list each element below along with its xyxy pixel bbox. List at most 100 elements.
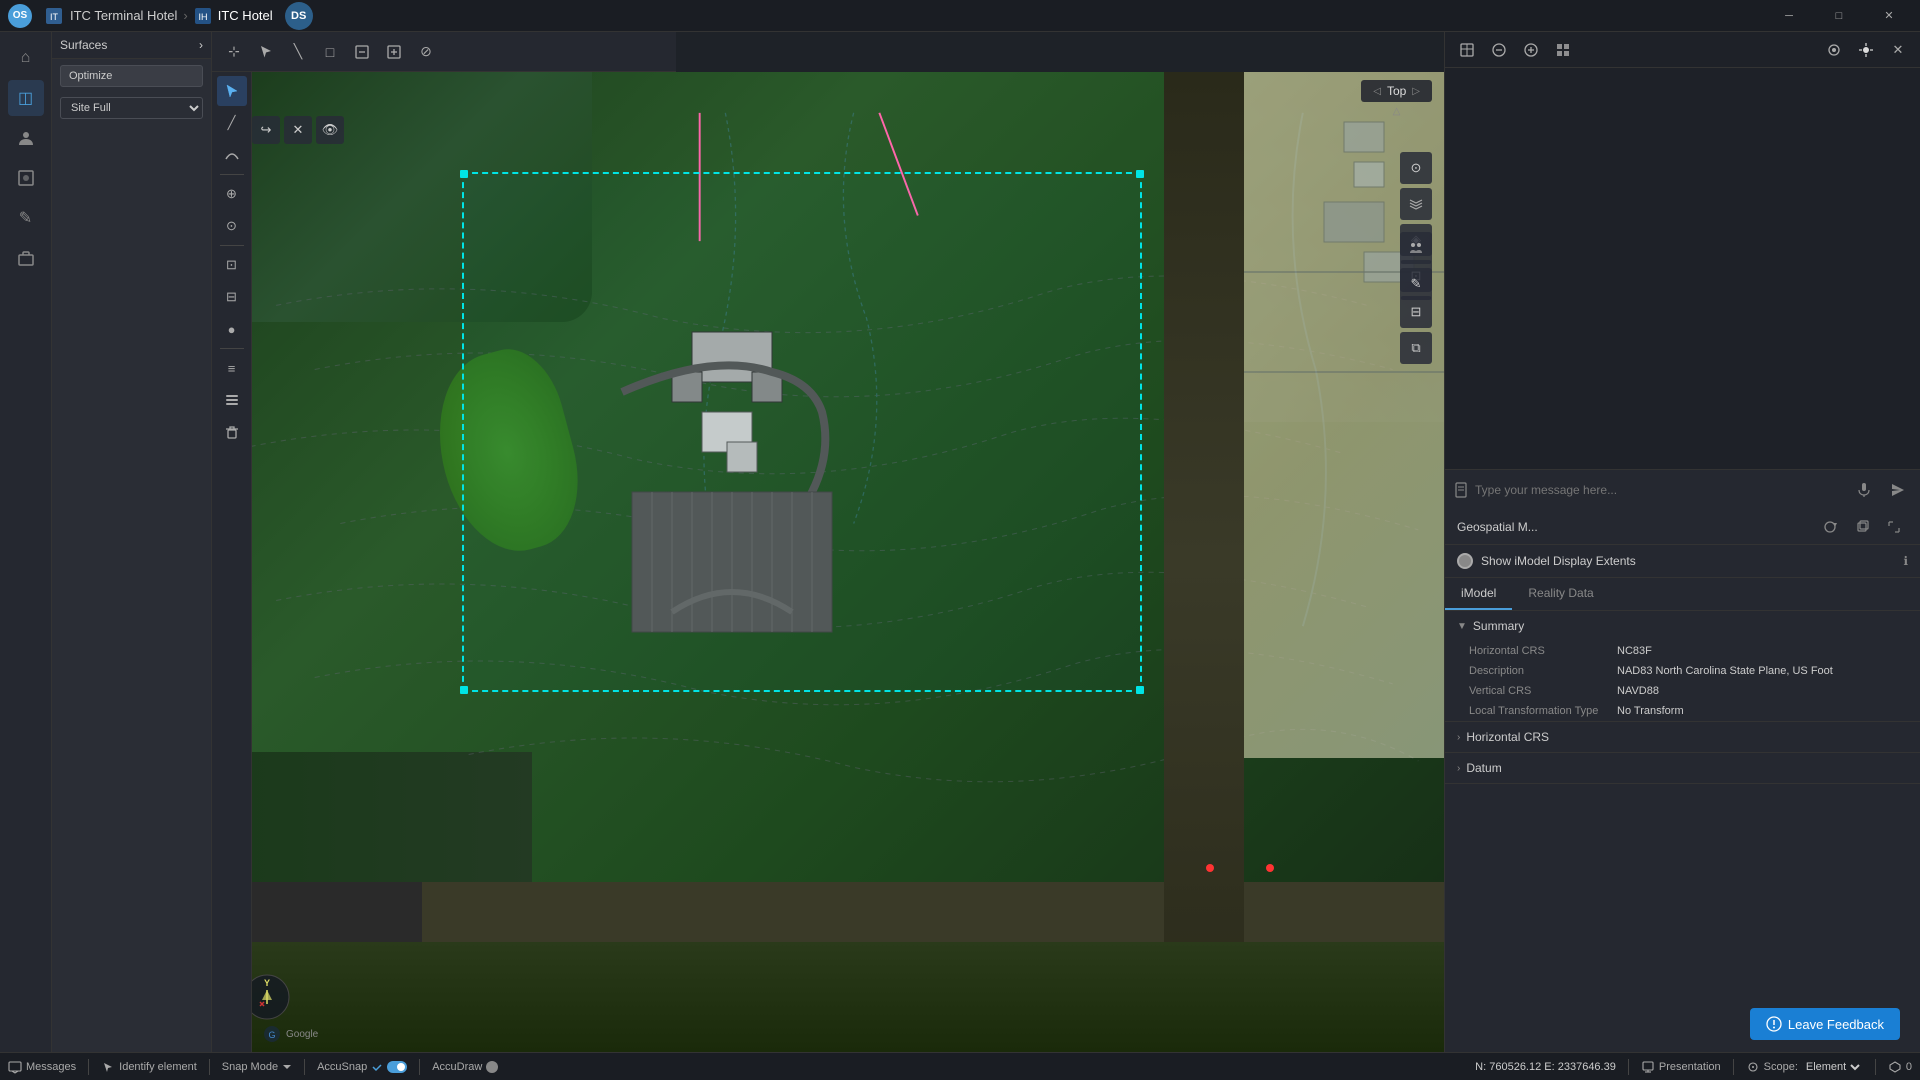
close-button[interactable]: ✕ (1866, 0, 1912, 32)
leave-feedback-button[interactable]: Leave Feedback (1750, 1008, 1900, 1040)
itc-hotel-icon: IH (194, 7, 212, 25)
panel-close-icon[interactable]: › (199, 38, 203, 52)
summary-section-header[interactable]: ▼ Summary (1445, 611, 1920, 641)
view-toolbar: ↩ ↪ ✕ 👁 (212, 112, 1444, 148)
redo-view-button[interactable]: ↪ (252, 116, 280, 144)
rp-toggle-display-icon[interactable] (1820, 36, 1848, 64)
chat-doc-icon (1453, 482, 1469, 498)
breadcrumb-itc-terminal[interactable]: ITC Terminal Hotel (70, 8, 177, 23)
geo-expand-icon[interactable] (1880, 513, 1908, 541)
sidebar-item-briefcase[interactable] (8, 240, 44, 276)
breadcrumb-itc-hotel[interactable]: ITC Hotel (218, 8, 273, 23)
chat-input-field[interactable] (1475, 483, 1844, 497)
geo-tabs: iModel Reality Data (1445, 578, 1920, 611)
imodel-toggle-row: Show iModel Display Extents ℹ (1445, 545, 1920, 578)
svg-text:G: G (268, 1030, 275, 1040)
toolbar-minus-icon[interactable] (348, 38, 376, 66)
rp-plus-icon[interactable] (1517, 36, 1545, 64)
sidebar-item-home[interactable]: ⌂ (8, 40, 44, 76)
tab-imodel[interactable]: iModel (1445, 578, 1512, 610)
toolbar-select-icon[interactable] (252, 38, 280, 66)
hcrs-section-header[interactable]: › Horizontal CRS (1445, 722, 1920, 752)
scope-select[interactable]: Element (1802, 1060, 1863, 1074)
sidebar-item-person[interactable] (8, 120, 44, 156)
view-left-arrow[interactable]: ◁ (1373, 86, 1381, 97)
toolbar-plus-icon[interactable] (380, 38, 408, 66)
toolbar-circle-icon[interactable]: ⊘ (412, 38, 440, 66)
geo-copy-icon[interactable] (1848, 513, 1876, 541)
toolbar-grid-icon[interactable]: ⊹ (220, 38, 248, 66)
rp-close-icon[interactable]: ✕ (1884, 36, 1912, 64)
circle-tool[interactable]: ⊙ (217, 211, 247, 241)
breadcrumb: IT ITC Terminal Hotel › IH ITC Hotel (44, 6, 273, 26)
delete-tool[interactable] (217, 417, 247, 447)
toolbar-rect-icon[interactable]: □ (316, 38, 344, 66)
imodel-display-toggle[interactable] (1457, 553, 1473, 569)
elevations-tool[interactable]: ≡ (217, 353, 247, 383)
rp-sun-icon[interactable] (1852, 36, 1880, 64)
rp-minus-icon[interactable] (1485, 36, 1513, 64)
rp-chat-input[interactable] (1445, 469, 1920, 509)
main-viewport[interactable]: ↩ ↪ ✕ 👁 ⊙ ◈ ⊡ ⊟ ⧉ ✎ ◁ Top ▷ △ G Googl (212, 72, 1444, 1052)
desc-label: Description (1469, 665, 1609, 677)
edit-view-icon[interactable]: ✎ (1400, 268, 1432, 300)
select-tool[interactable] (217, 76, 247, 106)
vcrs-label: Vertical CRS (1469, 685, 1609, 697)
data-icon (17, 169, 35, 187)
minimize-button[interactable]: ─ (1766, 0, 1812, 32)
accu-snap-toggle[interactable] (387, 1061, 407, 1073)
grid-tool[interactable]: ⊡ (217, 250, 247, 280)
line-tool[interactable]: ╱ (217, 108, 247, 138)
ruler-icon[interactable]: ⊟ (1400, 296, 1432, 328)
hcrs-value: NC83F (1617, 645, 1652, 657)
view-up-arrow[interactable]: △ (1393, 106, 1401, 117)
surfaces-panel: Surfaces › Optimize Site Full (52, 32, 212, 1052)
rp-chat-messages (1445, 68, 1920, 469)
marker-dot-1 (1206, 864, 1214, 872)
snap-mode-label: Snap Mode (222, 1061, 278, 1073)
toolbar-line-icon[interactable]: ╲ (284, 38, 312, 66)
messages-item[interactable]: Messages (8, 1060, 76, 1074)
rp-grid-icon[interactable] (1549, 36, 1577, 64)
measure-tool[interactable]: ⊟ (217, 282, 247, 312)
accu-draw-toggle[interactable] (486, 1061, 498, 1073)
presentation-icon (1641, 1060, 1655, 1074)
scope-icon (1746, 1060, 1760, 1074)
identify-item[interactable]: Identify element (101, 1060, 197, 1074)
camera-settings-icon[interactable]: ⊙ (1400, 152, 1432, 184)
window-controls: ─ □ ✕ (1766, 0, 1912, 32)
send-icon[interactable] (1884, 476, 1912, 504)
imodel-info-icon[interactable]: ℹ (1903, 554, 1908, 568)
hcrs-section: › Horizontal CRS (1445, 722, 1920, 753)
view-right-arrow[interactable]: ▷ (1412, 86, 1420, 97)
arc-tool[interactable] (217, 140, 247, 170)
draw-tools-panel: ╱ ⊕ ⊙ ⊡ ⊟ ● ≡ (212, 72, 252, 1052)
add-tool[interactable]: ⊕ (217, 179, 247, 209)
maximize-button[interactable]: □ (1816, 0, 1862, 32)
summary-row-vcrs: Vertical CRS NAVD88 (1445, 681, 1920, 701)
clear-view-button[interactable]: ✕ (284, 116, 312, 144)
geo-refresh-icon[interactable] (1816, 513, 1844, 541)
datum-section-title: Datum (1466, 761, 1501, 775)
layer-icon[interactable] (1400, 188, 1432, 220)
contour-tool[interactable] (217, 385, 247, 415)
eye-view-button[interactable]: 👁 (316, 116, 344, 144)
status-sep-1 (88, 1059, 89, 1075)
optimize-button[interactable]: Optimize (60, 65, 203, 87)
sidebar-item-layers[interactable]: ◫ (8, 80, 44, 116)
section-icon[interactable]: ⧉ (1400, 332, 1432, 364)
sidebar-item-edit[interactable]: ✎ (8, 200, 44, 236)
app-icon: OS (8, 4, 32, 28)
view-cube: ◁ Top ▷ △ (1361, 80, 1432, 117)
rp-table-icon[interactable] (1453, 36, 1481, 64)
presentation-label: Presentation (1659, 1061, 1721, 1073)
dot-tool[interactable]: ● (217, 314, 247, 344)
sidebar-item-data[interactable] (8, 160, 44, 196)
mic-icon[interactable] (1850, 476, 1878, 504)
tab-reality-data[interactable]: Reality Data (1512, 578, 1609, 610)
bottom-area (212, 942, 1444, 1052)
site-select[interactable]: Site Full (60, 97, 203, 119)
avatar: DS (285, 2, 313, 30)
split-view-icon[interactable] (1400, 232, 1432, 264)
datum-section-header[interactable]: › Datum (1445, 753, 1920, 783)
